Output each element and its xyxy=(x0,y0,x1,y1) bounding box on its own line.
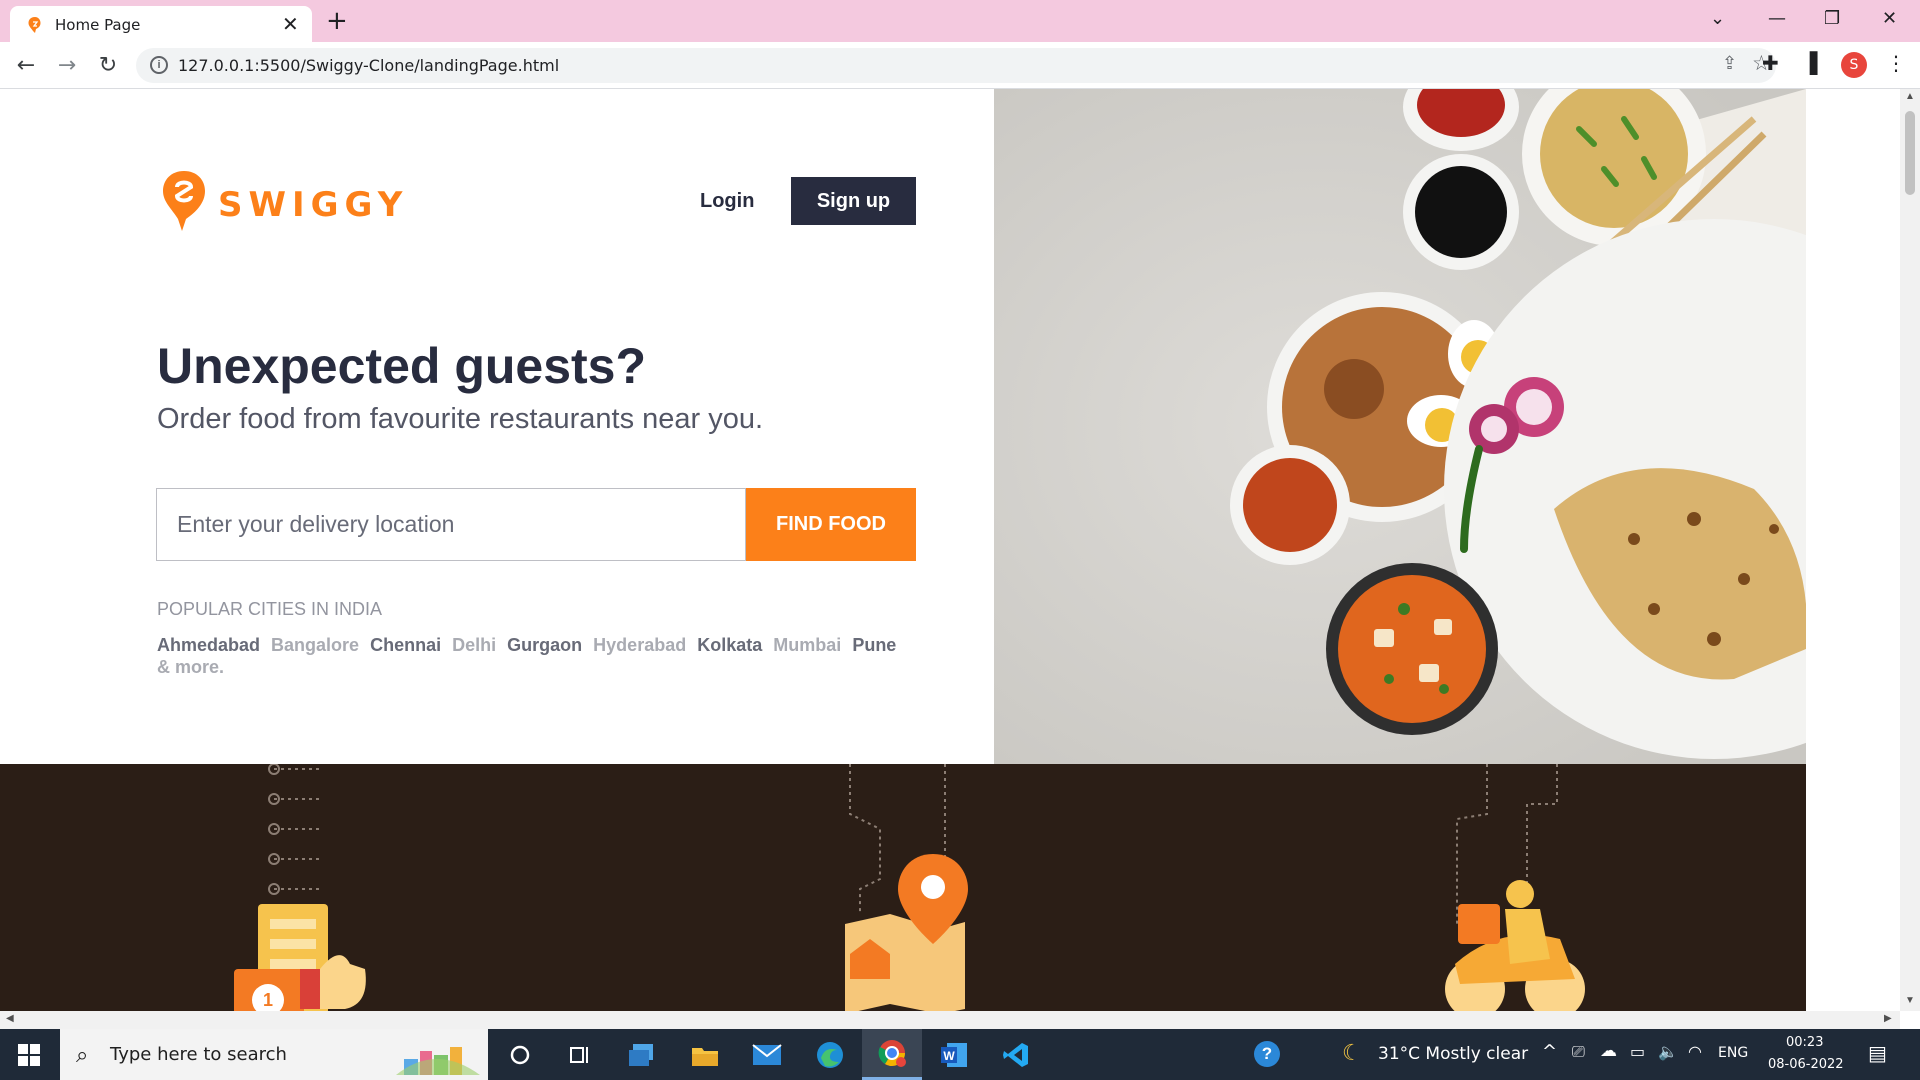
signup-button[interactable]: Sign up xyxy=(791,177,916,225)
windows-taskbar: ⌕ Type here to search W ? ☾ 31°C Mostly … xyxy=(0,1029,1920,1080)
city-link-chennai[interactable]: Chennai xyxy=(370,635,441,655)
tab-title: Home Page xyxy=(55,16,141,34)
delivery-location-input[interactable] xyxy=(156,488,746,561)
browser-toolbar: ← → ↻ i 127.0.0.1:5500/Swiggy-Clone/land… xyxy=(0,42,1920,89)
file-explorer-icon[interactable] xyxy=(675,1029,735,1080)
meet-now-icon[interactable]: ⎚ xyxy=(1572,1042,1585,1062)
clock-date[interactable]: 08-06-2022 xyxy=(1768,1057,1844,1072)
back-icon[interactable]: ← xyxy=(12,51,40,79)
swiggy-logo[interactable]: SWIGGY xyxy=(160,169,402,239)
tray-chevron-up-icon[interactable]: ^ xyxy=(1542,1041,1557,1062)
band-badge-number: 1 xyxy=(263,990,273,1010)
page-viewport: SWIGGY Login Sign up Unexpected guests? … xyxy=(0,89,1900,1011)
address-url[interactable]: 127.0.0.1:5500/Swiggy-Clone/landingPage.… xyxy=(178,56,559,75)
hero-subheadline: Order food from favourite restaurants ne… xyxy=(157,403,764,435)
weather-moon-icon[interactable]: ☾ xyxy=(1342,1040,1362,1066)
taskbar-app-blue-icon[interactable] xyxy=(612,1029,672,1080)
battery-icon[interactable]: ▭ xyxy=(1630,1042,1645,1061)
hero-headline: Unexpected guests? xyxy=(157,338,647,394)
share-icon[interactable]: ⇪ xyxy=(1722,53,1737,74)
city-link-more[interactable]: & more. xyxy=(157,657,224,677)
login-link[interactable]: Login xyxy=(700,190,754,213)
side-panel-icon[interactable]: ▐ xyxy=(1802,51,1817,75)
input-language[interactable]: ENG xyxy=(1718,1045,1748,1061)
windows-start-icon[interactable] xyxy=(18,1044,40,1066)
scroll-up-arrow-icon[interactable]: ▲ xyxy=(1905,91,1915,102)
profile-avatar[interactable]: S xyxy=(1841,52,1867,78)
city-link-mumbai[interactable]: Mumbai xyxy=(773,635,841,655)
taskbar-search-placeholder: Type here to search xyxy=(110,1044,287,1065)
scroll-down-arrow-icon[interactable]: ▼ xyxy=(1905,995,1915,1006)
city-link-bangalore[interactable]: Bangalore xyxy=(271,635,359,655)
popular-cities-list: Ahmedabad Bangalore Chennai Delhi Gurgao… xyxy=(157,634,917,678)
word-icon[interactable]: W xyxy=(924,1029,984,1080)
features-band: 1 xyxy=(0,764,1806,1011)
city-link-hyderabad[interactable]: Hyderabad xyxy=(593,635,686,655)
search-highlight-illustration-icon xyxy=(396,1047,480,1075)
swiggy-logo-icon xyxy=(163,171,205,231)
address-bar[interactable]: i 127.0.0.1:5500/Swiggy-Clone/landingPag… xyxy=(136,48,1776,83)
popular-cities-title: POPULAR CITIES IN INDIA xyxy=(157,599,383,619)
help-icon[interactable]: ? xyxy=(1254,1041,1280,1067)
vertical-scroll-thumb[interactable] xyxy=(1905,111,1915,195)
wifi-icon[interactable]: ◠ xyxy=(1688,1042,1702,1061)
browser-tab-strip: Home Page ✕ + ⌄ — ❐ ✕ xyxy=(0,0,1920,42)
city-link-delhi[interactable]: Delhi xyxy=(452,635,496,655)
extensions-puzzle-icon[interactable]: ✚ xyxy=(1762,51,1779,75)
city-link-kolkata[interactable]: Kolkata xyxy=(697,635,762,655)
volume-icon[interactable]: 🔈 xyxy=(1658,1042,1678,1061)
notifications-icon[interactable]: ▤ xyxy=(1868,1041,1887,1065)
forward-icon[interactable]: → xyxy=(53,51,81,79)
city-link-pune[interactable]: Pune xyxy=(852,635,896,655)
city-link-gurgaon[interactable]: Gurgaon xyxy=(507,635,582,655)
scroll-right-arrow-icon[interactable]: ▶ xyxy=(1884,1013,1892,1024)
taskbar-search-box[interactable]: ⌕ Type here to search xyxy=(60,1029,488,1080)
cortana-icon[interactable] xyxy=(490,1029,550,1080)
search-icon: ⌕ xyxy=(76,1042,89,1067)
scroll-left-arrow-icon[interactable]: ◀ xyxy=(6,1013,14,1024)
vscode-icon[interactable] xyxy=(986,1029,1046,1080)
svg-text:W: W xyxy=(943,1049,955,1063)
city-link-ahmedabad[interactable]: Ahmedabad xyxy=(157,635,260,655)
chrome-menu-icon[interactable]: ⋮ xyxy=(1886,51,1906,75)
minimize-icon[interactable]: — xyxy=(1768,8,1786,29)
logo-wordmark: SWIGGY xyxy=(218,185,409,225)
reload-icon[interactable]: ↻ xyxy=(94,51,122,79)
hero-food-image xyxy=(994,89,1806,764)
site-info-icon[interactable]: i xyxy=(150,56,168,74)
vertical-scrollbar[interactable]: ▲ ▼ xyxy=(1900,89,1920,1011)
task-view-icon[interactable] xyxy=(550,1029,610,1080)
restore-icon[interactable]: ❐ xyxy=(1824,8,1840,29)
tab-search-chevron-icon[interactable]: ⌄ xyxy=(1710,8,1725,29)
weather-text[interactable]: 31°C Mostly clear xyxy=(1378,1044,1528,1064)
horizontal-scrollbar[interactable]: ◀ ▶ xyxy=(0,1011,1900,1029)
chrome-taskbar-icon[interactable] xyxy=(862,1029,922,1080)
onedrive-cloud-icon[interactable]: ☁ xyxy=(1600,1041,1617,1061)
mail-icon[interactable] xyxy=(737,1029,797,1080)
browser-tab[interactable]: Home Page ✕ xyxy=(10,6,312,42)
new-tab-icon[interactable]: + xyxy=(326,6,348,36)
edge-browser-icon[interactable] xyxy=(800,1029,860,1080)
window-close-icon[interactable]: ✕ xyxy=(1882,8,1897,29)
find-food-button[interactable]: FIND FOOD xyxy=(746,488,916,561)
clock-time[interactable]: 00:23 xyxy=(1786,1035,1823,1050)
swiggy-favicon-icon xyxy=(28,17,41,33)
tab-close-icon[interactable]: ✕ xyxy=(282,12,299,36)
